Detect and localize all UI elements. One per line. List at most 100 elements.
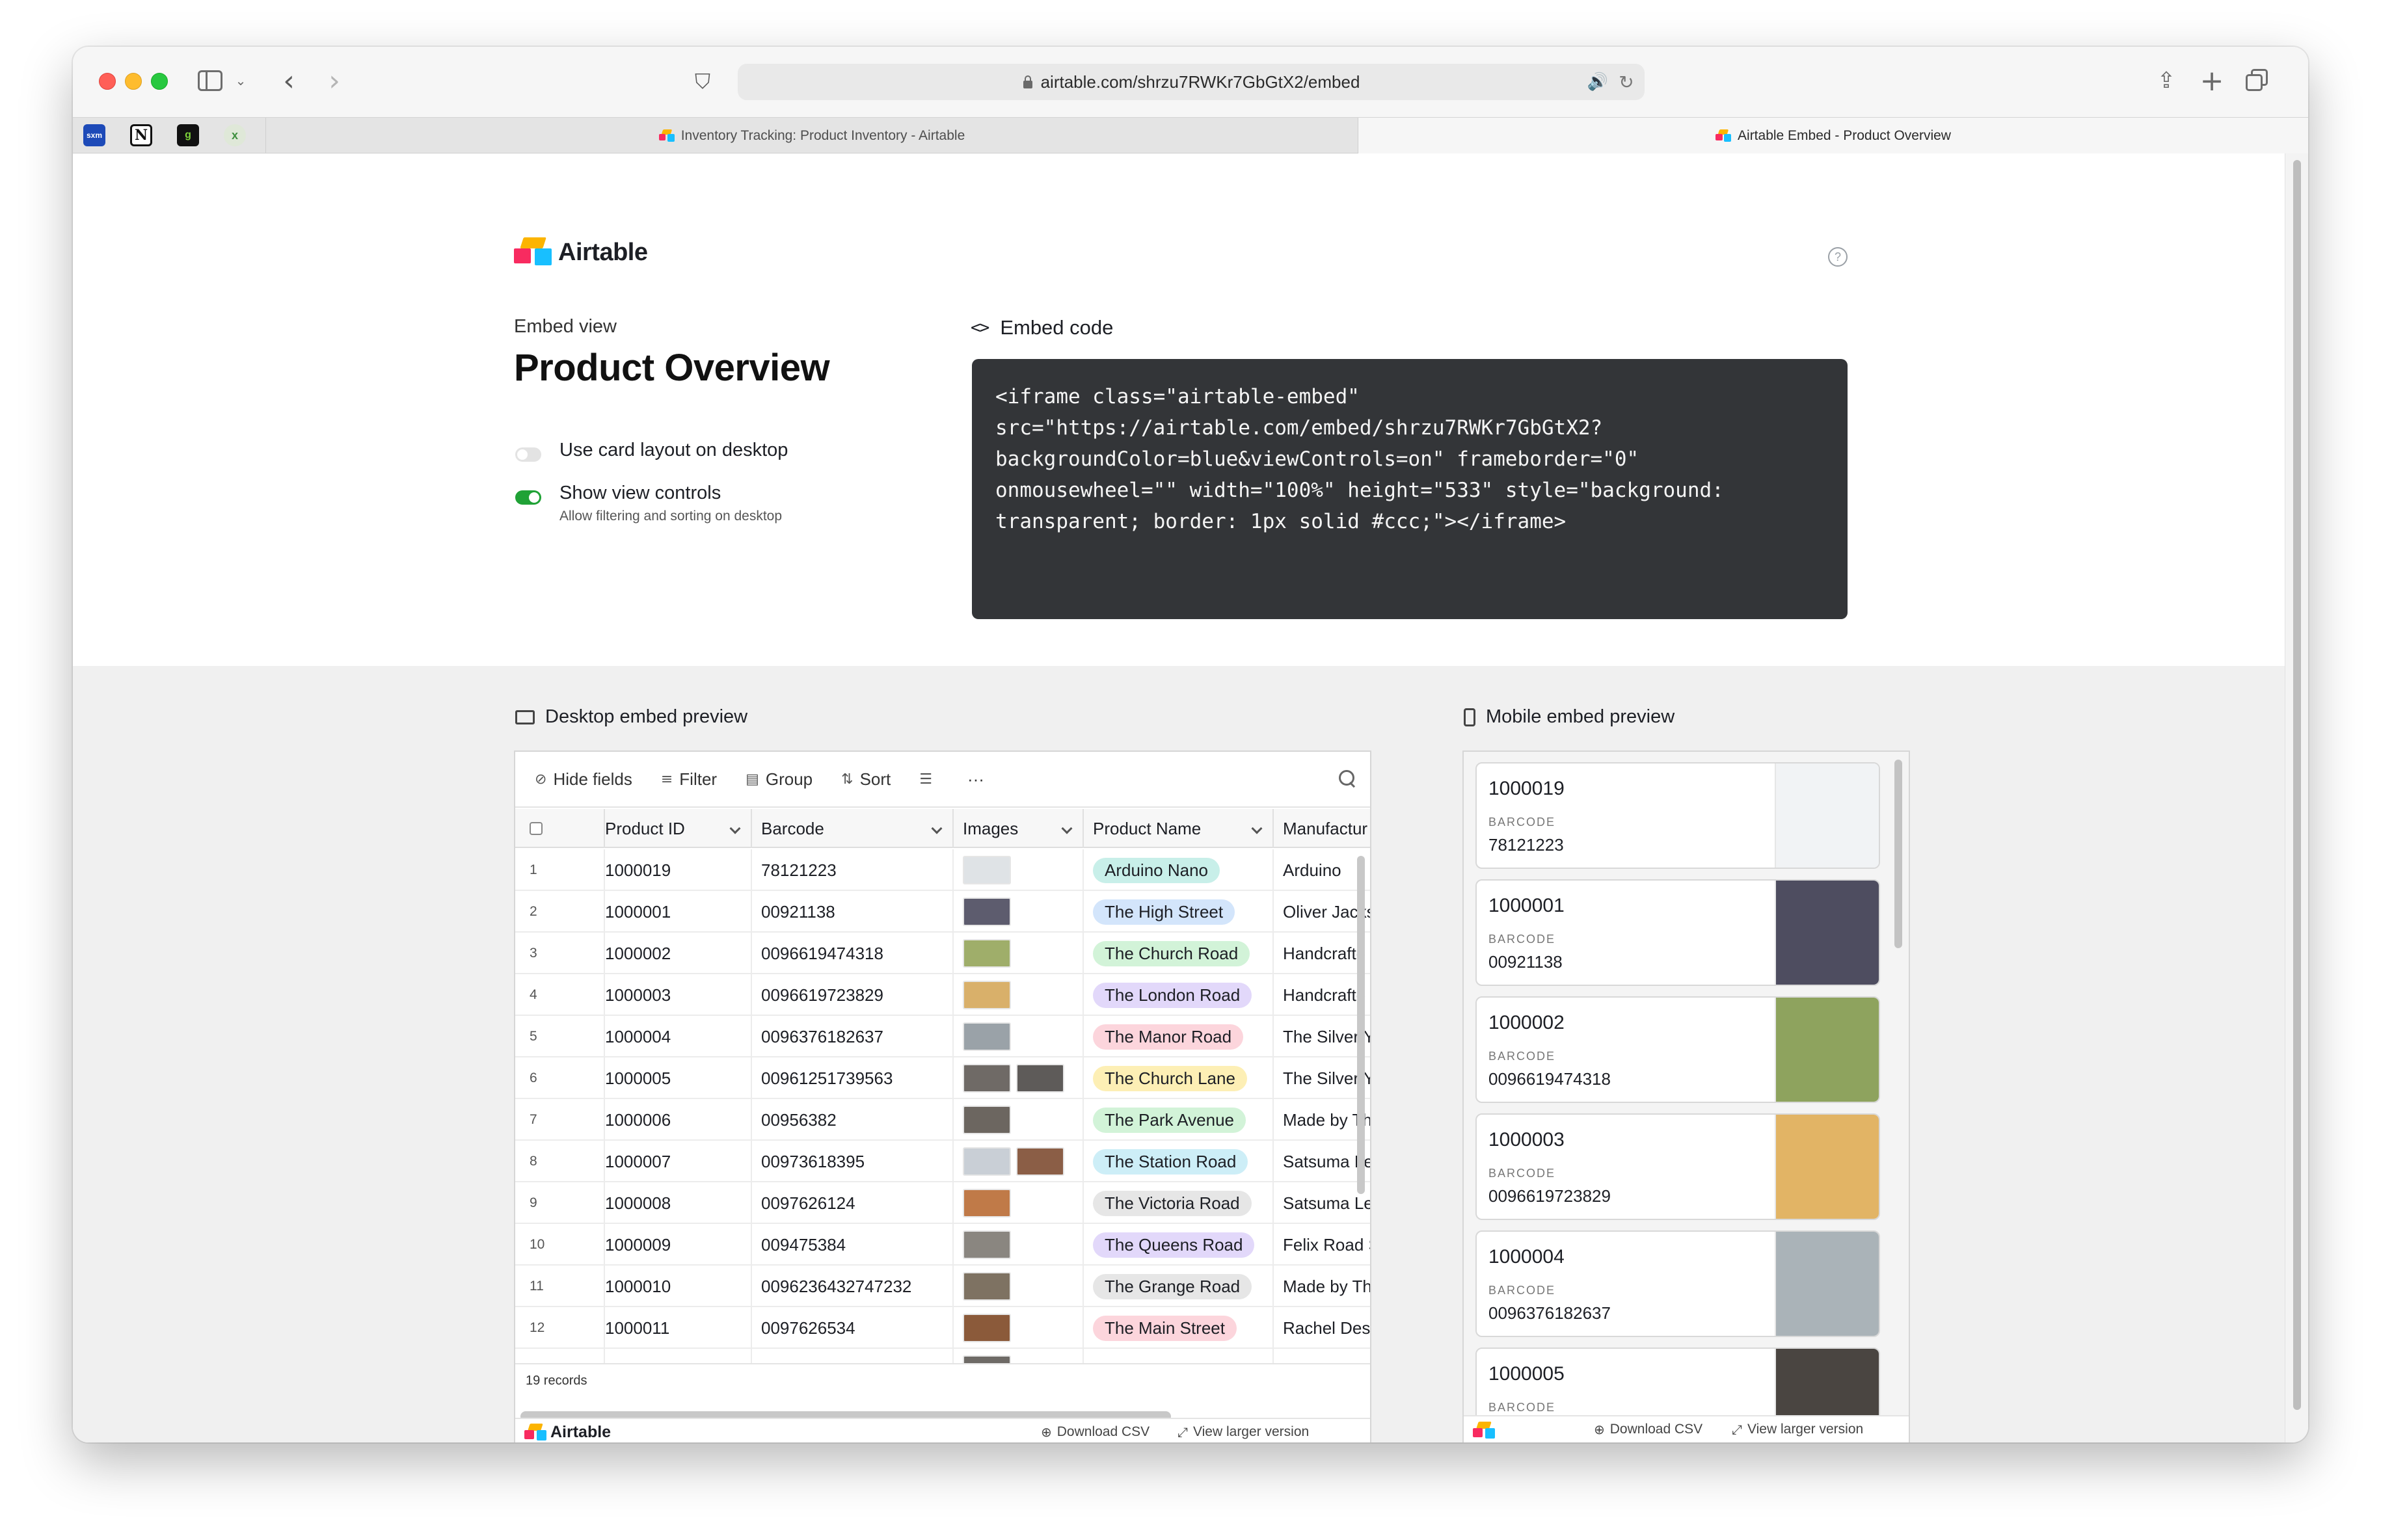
record-card[interactable]: 1000004 BARCODE 0096376182637 — [1475, 1230, 1880, 1337]
manufacturer-cell[interactable]: The Silver Y — [1274, 1057, 1370, 1099]
more-button[interactable]: ··· — [967, 769, 984, 790]
manufacturer-cell[interactable]: Handcrafte — [1274, 974, 1370, 1016]
zoom-window-button[interactable] — [151, 73, 168, 90]
view-controls-label[interactable]: Show view controls — [559, 483, 721, 504]
barcode-cell[interactable]: 78121223 — [752, 849, 954, 891]
product-id-cell[interactable]: 1000009 — [605, 1224, 752, 1266]
address-bar[interactable]: airtable.com/shrzu7RWKr7GbGtX2/embed — [738, 64, 1645, 100]
images-cell[interactable] — [954, 933, 1084, 974]
embed-code-block[interactable]: <iframe class="airtable-embed" src="http… — [972, 359, 1848, 619]
sidebar-icon[interactable] — [198, 70, 222, 91]
favorite-siriusxm[interactable]: sxm — [83, 124, 105, 146]
share-icon[interactable]: ⇪ — [2155, 66, 2178, 95]
table-row[interactable]: 2 1000001 00921138 The High Street Oliver Ja… — [515, 891, 1370, 933]
product-id-cell[interactable]: 1000003 — [605, 974, 752, 1016]
manufacturer-cell[interactable]: Made by Th — [1274, 1099, 1370, 1141]
table-row[interactable]: 4 1000003 0096619723829 The London Road Hand… — [515, 974, 1370, 1016]
table-row[interactable]: 7 1000006 00956382 The Park Avenue Made by T… — [515, 1099, 1370, 1141]
column-header-product-name[interactable]: Product Name — [1084, 809, 1274, 848]
minimize-window-button[interactable] — [125, 73, 142, 90]
product-name-cell[interactable]: The Station Road — [1084, 1141, 1274, 1182]
images-cell[interactable] — [954, 1266, 1084, 1307]
page-scroll-thumb[interactable] — [2293, 160, 2301, 1410]
barcode-cell[interactable]: 0097626534 — [752, 1307, 954, 1349]
mobile-scrollbar[interactable] — [1894, 760, 1902, 948]
select-all-header[interactable] — [515, 809, 605, 848]
product-name-cell[interactable]: The London Road — [1084, 974, 1274, 1016]
product-name-cell[interactable]: The Park Avenue — [1084, 1099, 1274, 1141]
forward-icon[interactable]: › — [321, 64, 347, 98]
manufacturer-cell[interactable]: The Silver Y — [1274, 1016, 1370, 1057]
barcode-cell[interactable]: 00921138 — [752, 891, 954, 933]
barcode-cell[interactable]: 00973618395 — [752, 1141, 954, 1182]
group-button[interactable]: ▤ Group — [746, 769, 813, 790]
favorite-notion[interactable]: N — [130, 124, 152, 146]
table-row[interactable]: 6 1000005 00961251739563 The Church Lane The… — [515, 1057, 1370, 1099]
table-row[interactable]: 9 1000008 0097626124 The Victoria Road Satsu… — [515, 1182, 1370, 1224]
view-larger-link[interactable]: ⤢ View larger version — [1732, 1422, 1863, 1437]
search-icon[interactable] — [1339, 770, 1357, 788]
record-card[interactable]: 1000019 BARCODE 78121223 — [1475, 762, 1880, 869]
airtable-logo-icon[interactable] — [1473, 1422, 1495, 1440]
images-cell[interactable] — [954, 1349, 1084, 1363]
column-header-barcode[interactable]: Barcode — [752, 809, 954, 848]
product-image-thumbnail[interactable] — [1016, 1064, 1064, 1093]
product-id-cell[interactable]: 1000007 — [605, 1141, 752, 1182]
chevron-down-icon[interactable] — [931, 823, 943, 834]
table-row[interactable]: 11 1000010 0096236432747232 The Grange Road… — [515, 1266, 1370, 1307]
tab-overview-icon[interactable] — [2244, 69, 2270, 95]
view-controls-toggle[interactable] — [515, 490, 541, 505]
manufacturer-cell[interactable]: Handcrafte — [1274, 933, 1370, 974]
product-id-cell[interactable]: 1000010 — [605, 1266, 752, 1307]
table-row[interactable]: 10 1000009 009475384 The Queens Road Felix R… — [515, 1224, 1370, 1266]
product-image-thumbnail[interactable] — [963, 939, 1011, 968]
shield-icon[interactable]: ⛉ — [691, 69, 714, 94]
images-cell[interactable] — [954, 1099, 1084, 1141]
close-window-button[interactable] — [99, 73, 116, 90]
product-name-cell[interactable]: The Grange Road — [1084, 1266, 1274, 1307]
barcode-cell[interactable]: 0096376182637 — [752, 1016, 954, 1057]
chevron-down-icon[interactable] — [729, 823, 741, 834]
images-cell[interactable] — [954, 1141, 1084, 1182]
images-cell[interactable] — [954, 891, 1084, 933]
grid-vertical-scrollbar[interactable] — [1357, 856, 1365, 1194]
product-image-thumbnail[interactable] — [963, 1106, 1011, 1134]
favorite-xbox[interactable]: x — [224, 124, 246, 146]
product-image-thumbnail[interactable] — [963, 1230, 1011, 1259]
product-name-cell[interactable]: The High Street — [1084, 891, 1274, 933]
chevron-down-icon[interactable] — [1061, 823, 1073, 834]
chevron-down-icon[interactable] — [1251, 823, 1263, 834]
product-image-thumbnail[interactable] — [963, 981, 1011, 1009]
product-image-thumbnail[interactable] — [963, 1147, 1011, 1176]
images-cell[interactable] — [954, 974, 1084, 1016]
barcode-cell[interactable]: 0096236432747232 — [752, 1266, 954, 1307]
barcode-cell[interactable]: 0096619474318 — [752, 933, 954, 974]
manufacturer-cell[interactable]: Satsuma Le — [1274, 1141, 1370, 1182]
reload-icon[interactable]: ↻ — [1616, 72, 1637, 93]
table-row[interactable]: 8 1000007 00973618395 The Station Road Satsu… — [515, 1141, 1370, 1182]
table-row[interactable]: 1 1000019 78121223 Arduino Nano Arduino — [515, 849, 1370, 891]
filter-button[interactable]: ≡ Filter — [661, 769, 717, 790]
back-icon[interactable]: ‹ — [276, 64, 302, 98]
record-card[interactable]: 1000002 BARCODE 0096619474318 — [1475, 996, 1880, 1103]
chevron-down-icon[interactable]: ⌄ — [233, 70, 249, 91]
manufacturer-cell[interactable]: Rachel Des — [1274, 1307, 1370, 1349]
barcode-cell[interactable]: 00956382 — [752, 1099, 954, 1141]
row-height-button[interactable]: ☰ — [919, 771, 939, 788]
table-row[interactable]: 5 1000004 0096376182637 The Manor Road The S… — [515, 1016, 1370, 1057]
barcode-cell[interactable]: 00961251739563 — [752, 1057, 954, 1099]
images-cell[interactable] — [954, 1224, 1084, 1266]
barcode-cell[interactable]: 009475384 — [752, 1224, 954, 1266]
record-card[interactable]: 1000003 BARCODE 0096619723829 — [1475, 1113, 1880, 1220]
product-image-thumbnail[interactable] — [963, 1314, 1011, 1342]
images-cell[interactable] — [954, 1057, 1084, 1099]
card-layout-toggle[interactable] — [515, 447, 541, 462]
product-id-cell[interactable]: 1000008 — [605, 1182, 752, 1224]
table-row[interactable]: 3 1000002 0096619474318 The Church Road Hand… — [515, 933, 1370, 974]
airtable-logo[interactable]: Airtable — [514, 237, 648, 268]
product-image-thumbnail[interactable] — [963, 1355, 1011, 1363]
manufacturer-cell[interactable]: Satsuma Le — [1274, 1182, 1370, 1224]
product-id-cell[interactable] — [605, 1349, 752, 1363]
barcode-cell[interactable]: 0096619723829 — [752, 974, 954, 1016]
table-row[interactable]: 12 1000011 0097626534 The Main Street Rachel… — [515, 1307, 1370, 1349]
